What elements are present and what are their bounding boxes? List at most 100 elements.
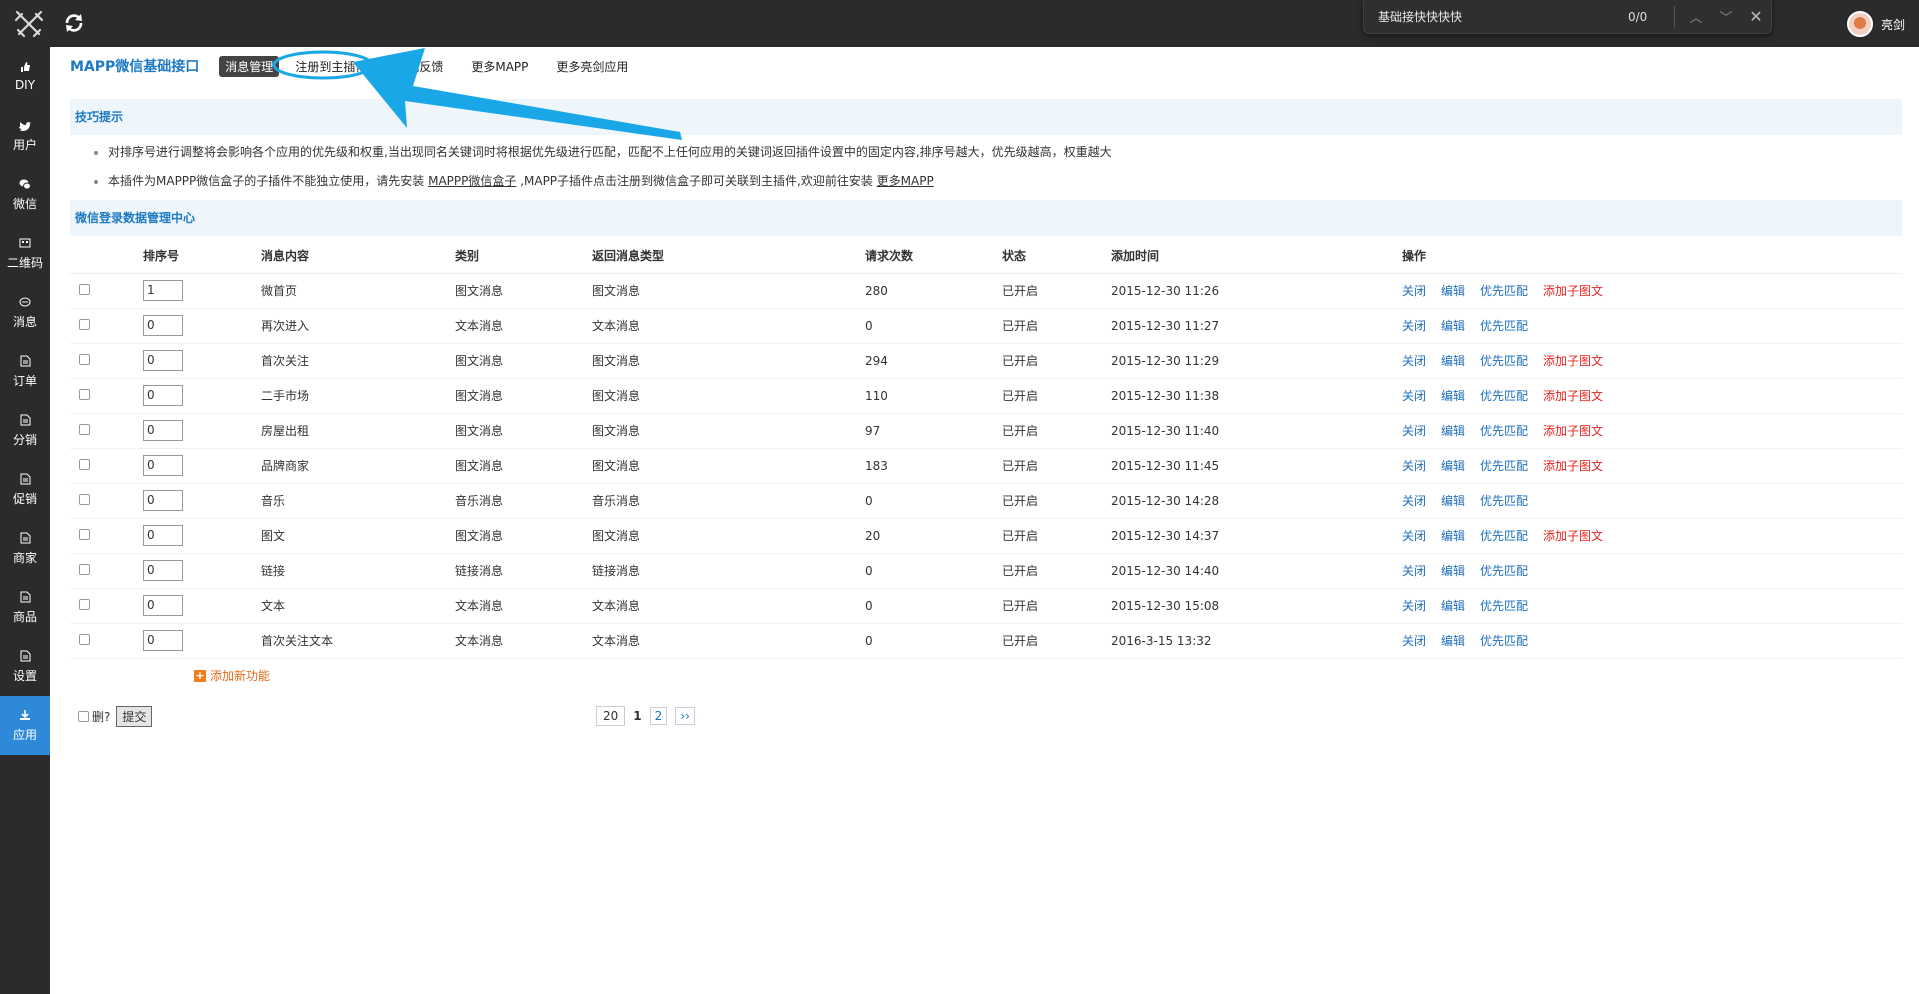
order-input[interactable]: 0	[143, 315, 183, 336]
order-input[interactable]: 0	[143, 630, 183, 651]
row-checkbox[interactable]	[79, 633, 90, 645]
sidebar-item-11[interactable]: 应用	[0, 696, 50, 755]
tab-more-mapp[interactable]: 更多MAPP	[465, 56, 534, 77]
edit-link[interactable]: 编辑	[1441, 634, 1465, 648]
row-checkbox[interactable]	[79, 388, 90, 400]
next-page-icon[interactable]: ››	[675, 707, 695, 725]
priority-match-link[interactable]: 优先匹配	[1480, 284, 1528, 298]
tab-register-main-plugin[interactable]: 注册到主插件	[289, 56, 373, 77]
sidebar-item-2[interactable]: 微信	[0, 165, 50, 224]
sidebar-item-5[interactable]: 订单	[0, 342, 50, 401]
add-sub-article-link[interactable]: 添加子图文	[1543, 284, 1603, 298]
priority-match-link[interactable]: 优先匹配	[1480, 599, 1528, 613]
priority-match-link[interactable]: 优先匹配	[1480, 634, 1528, 648]
time-cell: 2015-12-30 15:08	[1111, 588, 1402, 624]
priority-match-link[interactable]: 优先匹配	[1480, 319, 1528, 333]
crossed-swords-logo-icon[interactable]	[14, 10, 44, 38]
close-link[interactable]: 关闭	[1402, 319, 1426, 333]
order-input[interactable]: 1	[143, 280, 183, 301]
order-input[interactable]: 0	[143, 490, 183, 511]
row-checkbox[interactable]	[79, 353, 90, 365]
row-checkbox[interactable]	[79, 493, 90, 505]
page-2-link[interactable]: 2	[649, 707, 668, 725]
sidebar-item-6[interactable]: 分销	[0, 401, 50, 460]
order-input[interactable]: 0	[143, 350, 183, 371]
page-size[interactable]: 20	[596, 706, 626, 726]
row-checkbox[interactable]	[79, 318, 90, 330]
row-checkbox[interactable]	[79, 563, 90, 575]
row-checkbox[interactable]	[79, 283, 90, 295]
sidebar-item-8[interactable]: 商家	[0, 519, 50, 578]
order-input[interactable]: 0	[143, 420, 183, 441]
edit-link[interactable]: 编辑	[1441, 284, 1465, 298]
order-input[interactable]: 0	[143, 385, 183, 406]
row-checkbox[interactable]	[79, 598, 90, 610]
priority-match-link[interactable]: 优先匹配	[1480, 389, 1528, 403]
sidebar-item-10[interactable]: 设置	[0, 637, 50, 696]
submit-button[interactable]: 提交	[116, 706, 153, 727]
sidebar-item-0[interactable]: DIY	[0, 47, 50, 106]
edit-link[interactable]: 编辑	[1441, 459, 1465, 473]
priority-match-link[interactable]: 优先匹配	[1480, 529, 1528, 543]
row-checkbox[interactable]	[79, 528, 90, 540]
edit-link[interactable]: 编辑	[1441, 529, 1465, 543]
order-input[interactable]: 0	[143, 525, 183, 546]
row-checkbox[interactable]	[79, 423, 90, 435]
tab-feedback[interactable]: 意见反馈	[389, 56, 449, 77]
status-cell: 已开启	[1002, 518, 1111, 554]
user-menu[interactable]: 亮剑	[1846, 11, 1905, 37]
close-link[interactable]: 关闭	[1402, 599, 1426, 613]
sidebar-item-9[interactable]: 商品	[0, 578, 50, 637]
app-title[interactable]: MAPP微信基础接口	[70, 56, 199, 76]
edit-link[interactable]: 编辑	[1441, 319, 1465, 333]
row-checkbox[interactable]	[79, 458, 90, 470]
priority-match-link[interactable]: 优先匹配	[1480, 424, 1528, 438]
close-link[interactable]: 关闭	[1402, 389, 1426, 403]
close-icon[interactable]: ✕	[1741, 7, 1771, 26]
close-link[interactable]: 关闭	[1402, 529, 1426, 543]
tab-more-apps[interactable]: 更多亮剑应用	[550, 56, 634, 77]
add-sub-article-link[interactable]: 添加子图文	[1543, 529, 1603, 543]
priority-match-link[interactable]: 优先匹配	[1480, 459, 1528, 473]
more-mapp-link[interactable]: 更多MAPP	[877, 174, 934, 188]
close-link[interactable]: 关闭	[1402, 354, 1426, 368]
refresh-icon[interactable]	[63, 12, 85, 34]
edit-link[interactable]: 编辑	[1441, 424, 1465, 438]
add-sub-article-link[interactable]: 添加子图文	[1543, 459, 1603, 473]
find-input[interactable]: 基础接快快快快	[1364, 8, 1628, 25]
edit-link[interactable]: 编辑	[1441, 599, 1465, 613]
sidebar-item-1[interactable]: 用户	[0, 106, 50, 165]
mappp-box-link[interactable]: MAPPP微信盒子	[428, 174, 516, 188]
actions-cell: 关闭 编辑 优先匹配 添加子图文	[1402, 378, 1902, 414]
priority-match-link[interactable]: 优先匹配	[1480, 564, 1528, 578]
chevron-up-icon[interactable]: ︿	[1681, 7, 1711, 26]
chevron-down-icon[interactable]: ﹀	[1711, 7, 1741, 26]
order-input[interactable]: 0	[143, 560, 183, 581]
close-link[interactable]: 关闭	[1402, 284, 1426, 298]
order-input[interactable]: 0	[143, 595, 183, 616]
tip-1: 对排序号进行调整将会影响各个应用的优先级和权重,当出现同名关键词时将根据优先级进…	[94, 143, 1112, 160]
close-link[interactable]: 关闭	[1402, 564, 1426, 578]
edit-link[interactable]: 编辑	[1441, 354, 1465, 368]
delete-checkbox[interactable]	[78, 711, 89, 722]
edit-link[interactable]: 编辑	[1441, 389, 1465, 403]
add-sub-article-link[interactable]: 添加子图文	[1543, 424, 1603, 438]
priority-match-link[interactable]: 优先匹配	[1480, 494, 1528, 508]
sidebar-item-3[interactable]: 二维码	[0, 224, 50, 283]
add-sub-article-link[interactable]: 添加子图文	[1543, 354, 1603, 368]
add-new-function-button[interactable]: + 添加新功能	[194, 667, 270, 684]
close-link[interactable]: 关闭	[1402, 634, 1426, 648]
sidebar-item-4[interactable]: 消息	[0, 283, 50, 342]
sidebar-item-7[interactable]: 促销	[0, 460, 50, 519]
priority-match-link[interactable]: 优先匹配	[1480, 354, 1528, 368]
close-link[interactable]: 关闭	[1402, 459, 1426, 473]
edit-link[interactable]: 编辑	[1441, 494, 1465, 508]
sidebar-item-label: 设置	[12, 668, 37, 683]
close-link[interactable]: 关闭	[1402, 424, 1426, 438]
add-sub-article-link[interactable]: 添加子图文	[1543, 389, 1603, 403]
tab-message-management[interactable]: 消息管理	[219, 55, 280, 77]
edit-link[interactable]: 编辑	[1441, 564, 1465, 578]
close-link[interactable]: 关闭	[1402, 494, 1426, 508]
category-cell: 图文消息	[455, 448, 592, 484]
order-input[interactable]: 0	[143, 455, 183, 476]
